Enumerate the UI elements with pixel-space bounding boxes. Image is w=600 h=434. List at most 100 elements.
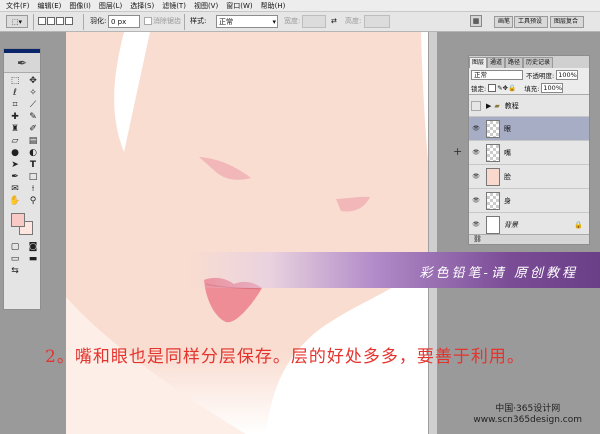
- tutorial-banner: 彩色铅笔-请 原创教程: [188, 252, 600, 288]
- style-select[interactable]: 正常 ▾: [216, 15, 278, 28]
- layers-panel: 图层 通道 路径 历史记录 正常 不透明度: 100% 锁定: ✎ ✥ 🔒 填充…: [468, 55, 590, 245]
- layer-row-mouth[interactable]: 👁 嘴: [469, 141, 589, 165]
- slice-icon[interactable]: ⟋: [25, 100, 41, 111]
- blend-mode-value: 正常: [474, 70, 487, 79]
- feather-logo-icon: ✒: [4, 53, 40, 73]
- tool-preset-picker[interactable]: ⬚▾: [6, 15, 28, 28]
- history-brush-icon[interactable]: ✐: [25, 124, 41, 135]
- opacity-label: 不透明度:: [526, 71, 555, 80]
- dodge-icon[interactable]: ◐: [25, 148, 41, 159]
- layer-name: 嘴: [504, 148, 511, 157]
- marquee-icon[interactable]: ⬚: [7, 76, 23, 87]
- menu-view[interactable]: 视图(V): [190, 0, 222, 12]
- screen-mode-icon[interactable]: ▭: [7, 254, 23, 265]
- layer-thumbnail: [486, 167, 500, 186]
- tab-layers[interactable]: 图层: [469, 57, 488, 68]
- panel-well-tab-layer-comps[interactable]: 图层复合: [550, 16, 584, 28]
- notes-icon[interactable]: ✉: [7, 184, 23, 195]
- watermark-line2: www.scn365design.com: [473, 415, 582, 425]
- antialias-label: 消除锯齿: [153, 17, 181, 25]
- layers-panel-footer: ⛓: [469, 234, 589, 244]
- lock-transparency-icon[interactable]: [488, 83, 497, 92]
- full-screen-icon[interactable]: ▬: [25, 254, 41, 265]
- menu-window[interactable]: 窗口(W): [222, 0, 256, 12]
- eye-icon[interactable]: 👁: [469, 173, 483, 180]
- menu-select[interactable]: 选择(S): [126, 0, 158, 12]
- crop-icon[interactable]: ⌗: [7, 100, 23, 111]
- eye-icon[interactable]: 👁: [469, 197, 483, 204]
- layer-thumbnail: [486, 119, 500, 138]
- magic-wand-icon[interactable]: ✧: [25, 88, 41, 99]
- move-icon[interactable]: ✥: [25, 76, 41, 87]
- hand-icon[interactable]: ✋: [7, 196, 23, 207]
- tab-channels[interactable]: 通道: [487, 57, 506, 68]
- pen-icon[interactable]: ✒: [7, 172, 23, 183]
- foreground-color-swatch[interactable]: [11, 213, 25, 227]
- style-value: 正常: [219, 18, 233, 26]
- healing-brush-icon[interactable]: ✚: [7, 112, 23, 123]
- visibility-toggle[interactable]: [471, 100, 481, 111]
- layer-thumbnail: [486, 215, 500, 234]
- height-input: [364, 15, 390, 28]
- selection-mode-buttons[interactable]: [38, 15, 74, 28]
- panel-well-tab-brushes[interactable]: 画笔: [494, 16, 513, 28]
- panel-well-icon[interactable]: ▦: [470, 15, 482, 27]
- quick-mask-icon[interactable]: ◙: [25, 242, 41, 253]
- layer-name: 眼: [504, 124, 511, 133]
- clone-stamp-icon[interactable]: ♜: [7, 124, 23, 135]
- eraser-icon[interactable]: ▱: [7, 136, 23, 147]
- subtract-selection-icon[interactable]: [56, 17, 64, 25]
- menu-image[interactable]: 图像(I): [65, 0, 95, 12]
- layer-name: 背景: [504, 220, 518, 229]
- blur-icon[interactable]: ●: [7, 148, 23, 159]
- tab-paths[interactable]: 路径: [505, 57, 524, 68]
- type-icon[interactable]: T: [25, 160, 41, 171]
- jump-to-imageready-icon[interactable]: ⇆: [7, 266, 23, 277]
- lock-all-icon[interactable]: 🔒: [508, 84, 516, 92]
- feather-input[interactable]: 0 px: [108, 15, 140, 28]
- mode-grid: ▢ ◙ ▭ ▬ ⇆: [4, 239, 40, 277]
- chain-icon[interactable]: ⛓: [473, 235, 482, 243]
- intersect-selection-icon[interactable]: [65, 17, 73, 25]
- watermark-line1: 中国·365设计网: [495, 404, 561, 414]
- path-select-icon[interactable]: ➤: [7, 160, 23, 171]
- vertical-scrollbar[interactable]: [428, 32, 437, 434]
- menu-layer[interactable]: 图层(L): [95, 0, 126, 12]
- face-illustration: [66, 32, 428, 434]
- feather-label: 羽化:: [90, 17, 107, 25]
- menu-edit[interactable]: 编辑(E): [34, 0, 66, 12]
- lasso-icon[interactable]: ℓ: [7, 88, 23, 99]
- lock-fill-row: 锁定: ✎ ✥ 🔒 填充: 100%: [469, 81, 589, 94]
- height-label: 高度:: [345, 17, 362, 25]
- fill-input[interactable]: 100%: [541, 82, 564, 93]
- eye-icon[interactable]: 👁: [469, 125, 483, 132]
- eye-icon[interactable]: 👁: [469, 221, 483, 228]
- expand-arrow-icon[interactable]: ▶: [486, 102, 491, 110]
- menu-help[interactable]: 帮助(H): [257, 0, 290, 12]
- layer-row-face[interactable]: 👁 脸: [469, 165, 589, 189]
- style-label: 样式:: [190, 17, 207, 25]
- layer-row-body[interactable]: 👁 身: [469, 189, 589, 213]
- eyedropper-icon[interactable]: ⟊: [25, 184, 41, 195]
- menu-filter[interactable]: 滤镜(T): [158, 0, 190, 12]
- brush-icon[interactable]: ✎: [25, 112, 41, 123]
- layer-row-eye[interactable]: 👁 眼: [469, 117, 589, 141]
- zoom-icon[interactable]: ⚲: [25, 196, 41, 207]
- checkbox-icon: [144, 17, 152, 25]
- document-canvas[interactable]: [66, 32, 428, 434]
- gradient-icon[interactable]: ▤: [25, 136, 41, 147]
- tab-history[interactable]: 历史记录: [523, 57, 554, 68]
- swap-icon: ⇄: [331, 17, 337, 25]
- standard-mode-icon[interactable]: ▢: [7, 242, 23, 253]
- blend-mode-select[interactable]: 正常: [471, 69, 523, 80]
- new-selection-icon[interactable]: [38, 17, 46, 25]
- layer-thumbnail: [486, 191, 500, 210]
- panel-well-tab-tool-presets[interactable]: 工具预设: [514, 16, 548, 28]
- layer-row-group[interactable]: ▶ ▰ 教程: [469, 95, 589, 117]
- add-selection-icon[interactable]: [47, 17, 55, 25]
- eye-icon[interactable]: 👁: [469, 149, 483, 156]
- antialias-checkbox[interactable]: 消除锯齿: [144, 15, 181, 28]
- shape-icon[interactable]: □: [25, 172, 41, 183]
- menu-file[interactable]: 文件(F): [2, 0, 34, 12]
- opacity-input[interactable]: 100%: [556, 69, 579, 80]
